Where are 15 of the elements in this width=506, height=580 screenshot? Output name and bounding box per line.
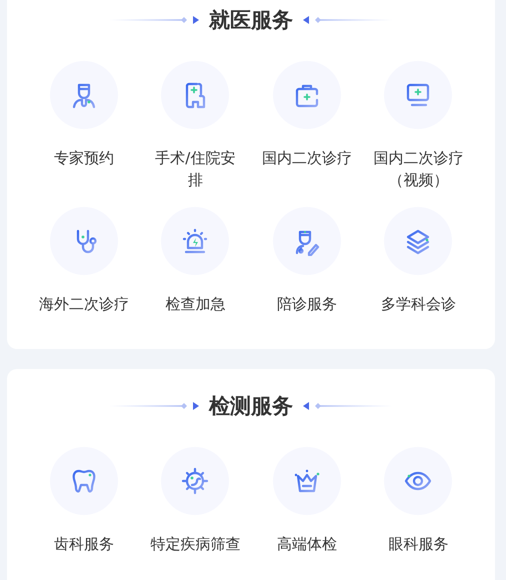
service-label[interactable]: 国内二次诊疗（视频） <box>372 147 464 191</box>
service-label[interactable]: 手术/住院安排 <box>149 147 242 191</box>
service-label[interactable]: 检查加急 <box>165 293 226 315</box>
virus-icon <box>180 466 210 496</box>
section-title: 检测服务 <box>209 393 293 420</box>
service-label[interactable]: 多学科会诊 <box>380 293 456 315</box>
service-label[interactable]: 眼科服务 <box>388 533 448 555</box>
section-title: 就医服务 <box>209 7 293 34</box>
service-label[interactable]: 高端体检 <box>276 533 337 555</box>
service-label[interactable]: 齿科服务 <box>54 533 114 555</box>
service-label[interactable]: 陪诊服务 <box>276 293 337 315</box>
service-label[interactable]: 海外二次诊疗 <box>38 293 129 315</box>
service-label[interactable]: 专家预约 <box>54 147 114 169</box>
service-label[interactable]: 国内二次诊疗 <box>262 147 352 169</box>
service-label[interactable]: 特定疾病筛查 <box>150 533 240 555</box>
